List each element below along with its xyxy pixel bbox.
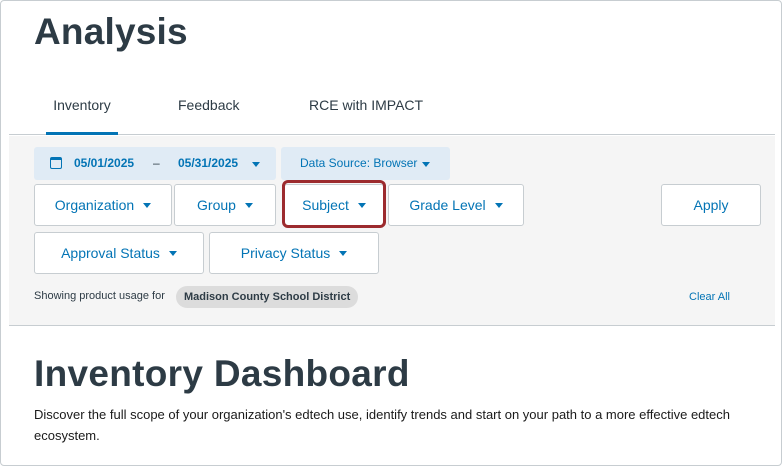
tab-rce-with-impact[interactable]: RCE with IMPACT	[309, 97, 423, 113]
privacy-status-filter-button[interactable]: Privacy Status	[209, 232, 379, 274]
date-separator: –	[153, 156, 160, 170]
caret-down-icon	[339, 251, 348, 256]
apply-label: Apply	[693, 197, 729, 213]
date-end: 05/31/2025	[178, 156, 239, 170]
date-range-picker[interactable]: 05/01/2025 – 05/31/2025	[34, 147, 276, 180]
organization-label: Organization	[54, 197, 135, 213]
tab-bar: Inventory Feedback RCE with IMPACT	[9, 87, 775, 135]
group-label: Group	[197, 197, 236, 213]
tab-feedback[interactable]: Feedback	[178, 97, 239, 113]
data-source-dropdown[interactable]: Data Source: Browser	[281, 147, 450, 180]
subject-filter-button[interactable]: Subject	[284, 184, 384, 226]
usage-text: Showing product usage for	[34, 290, 165, 302]
caret-down-icon	[168, 251, 177, 256]
clear-all-link[interactable]: Clear All	[689, 291, 730, 303]
caret-down-icon	[143, 203, 152, 208]
group-filter-button[interactable]: Group	[174, 184, 276, 226]
grade-level-filter-button[interactable]: Grade Level	[388, 184, 524, 226]
app-window: Analysis Inventory Feedback RCE with IMP…	[0, 0, 782, 466]
dashboard-title: Inventory Dashboard	[34, 353, 410, 394]
apply-button[interactable]: Apply	[661, 184, 761, 226]
page-title: Analysis	[34, 11, 188, 52]
tab-inventory[interactable]: Inventory	[46, 97, 118, 135]
caret-down-icon	[244, 203, 253, 208]
dashboard-description: Discover the full scope of your organiza…	[34, 407, 730, 443]
organization-filter-button[interactable]: Organization	[34, 184, 172, 226]
approval-status-filter-button[interactable]: Approval Status	[34, 232, 204, 274]
calendar-icon	[50, 157, 62, 169]
grade-level-label: Grade Level	[409, 197, 486, 213]
caret-down-icon	[422, 162, 430, 167]
approval-status-label: Approval Status	[61, 245, 160, 261]
date-start: 05/01/2025	[74, 156, 135, 170]
caret-down-icon	[494, 203, 503, 208]
privacy-status-label: Privacy Status	[240, 245, 331, 261]
caret-down-icon	[357, 203, 366, 208]
data-source-label: Data Source: Browser	[300, 156, 418, 170]
caret-down-icon	[252, 162, 260, 167]
filter-panel: 05/01/2025 – 05/31/2025 Data Source: Bro…	[9, 136, 775, 326]
subject-label: Subject	[302, 197, 349, 213]
district-badge: Madison County School District	[176, 286, 359, 308]
